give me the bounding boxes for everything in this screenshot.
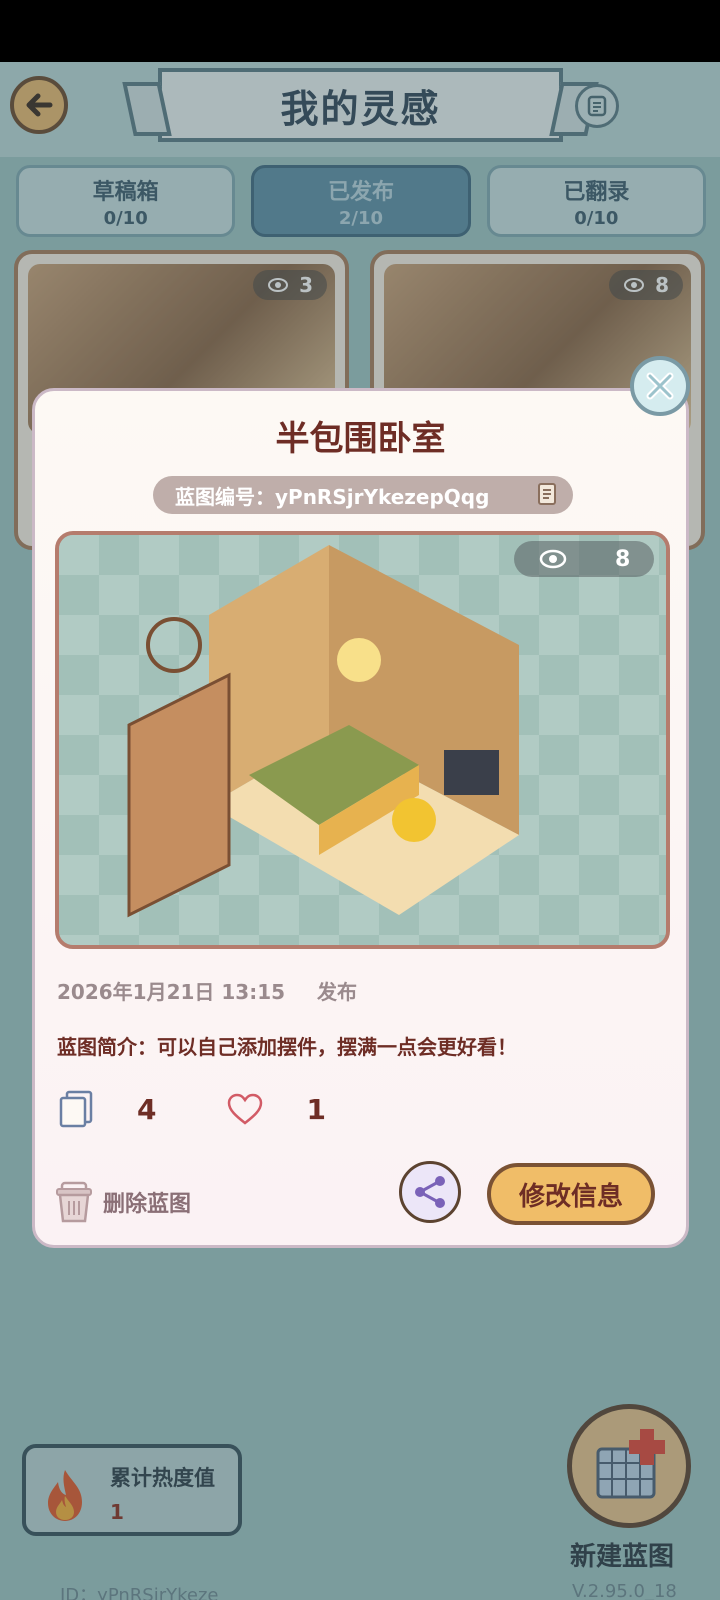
heart-icon[interactable] — [226, 1092, 264, 1126]
copies-icon — [59, 1090, 93, 1128]
publish-date: 2026年1月21日 13:15 — [57, 980, 286, 1004]
blueprint-code: 蓝图编号：yPnRSjrYkezepQqg — [153, 476, 573, 514]
like-count: 1 — [306, 1092, 326, 1126]
blueprint-detail-dialog: 半包围卧室 蓝图编号：yPnRSjrYkezepQqg 8 2026年1月21日… — [32, 388, 689, 1248]
trash-icon — [56, 1181, 92, 1223]
close-icon — [646, 372, 674, 400]
app-screen: 我的灵感 草稿箱 0/10 已发布 2/10 已翻录 0/10 3 8 累计热度… — [0, 62, 720, 1600]
edit-info-button[interactable]: 修改信息 — [487, 1163, 655, 1225]
publish-label: 发布 — [317, 980, 358, 1004]
blueprint-preview-image: 8 — [55, 531, 670, 949]
share-icon — [415, 1176, 445, 1208]
close-dialog-button[interactable] — [630, 356, 690, 416]
delete-blueprint-button[interactable]: 删除蓝图 — [53, 1179, 191, 1225]
blueprint-description: 蓝图简介：可以自己添加摆件，摆满一点会更好看！ — [57, 1035, 517, 1059]
eye-icon — [539, 549, 566, 569]
copy-icon[interactable] — [533, 481, 561, 509]
status-bar — [0, 0, 720, 62]
blueprint-title: 半包围卧室 — [275, 419, 446, 459]
publish-info: 2026年1月21日 13:15 发布 — [57, 976, 357, 1005]
blueprint-code-text: 蓝图编号：yPnRSjrYkezepQqg — [175, 484, 490, 509]
delete-label: 删除蓝图 — [103, 1192, 192, 1217]
view-count: 8 — [615, 546, 631, 572]
room-illustration — [59, 535, 666, 945]
view-count-badge: 8 — [514, 541, 654, 577]
blueprint-stats: 4 1 — [57, 1079, 326, 1139]
copy-count: 4 — [137, 1092, 157, 1126]
share-button[interactable] — [399, 1161, 461, 1223]
